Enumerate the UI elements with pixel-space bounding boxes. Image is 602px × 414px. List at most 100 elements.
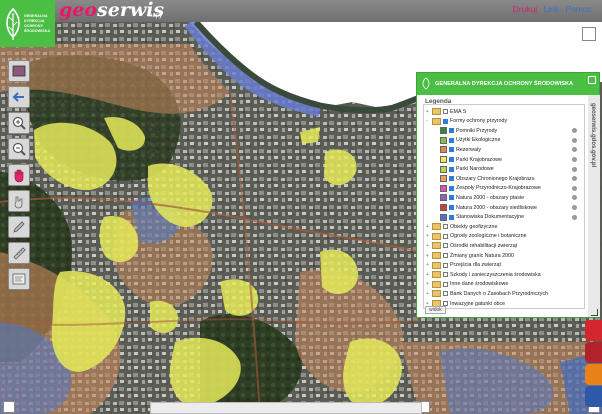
legend-label: Rezerwaty xyxy=(456,146,482,153)
zoom-in-button[interactable] xyxy=(8,112,30,134)
legend-layer[interactable]: Pomniki Przyrody xyxy=(440,126,497,135)
layer-checkbox[interactable] xyxy=(443,224,448,230)
leaf-icon xyxy=(6,7,20,40)
folder-icon xyxy=(432,280,441,288)
pan-button[interactable] xyxy=(8,164,30,186)
panel-minimize-icon[interactable] xyxy=(588,76,596,84)
print-link[interactable]: Drukuj xyxy=(513,4,538,14)
panel-header[interactable]: GENERALNA DYREKCJA OCHRONY ŚRODOWISKA xyxy=(417,73,599,95)
legend-label: Bank Danych o Zasobach Przyrodniczych xyxy=(450,290,549,297)
layer-checkbox[interactable] xyxy=(449,205,454,210)
right-tab-4[interactable] xyxy=(585,386,602,407)
layer-checkbox[interactable] xyxy=(449,147,454,153)
layer-checkbox[interactable] xyxy=(449,166,454,172)
resize-handle-icon[interactable] xyxy=(591,309,598,316)
layer-checkbox[interactable] xyxy=(443,243,448,249)
legend-group[interactable]: + Ogrody zoologiczne i botaniczne xyxy=(426,232,527,241)
back-button[interactable] xyxy=(8,86,30,108)
layer-info-icon[interactable] xyxy=(572,157,577,162)
legend-layer[interactable]: Użytki Ekologiczne xyxy=(440,136,500,145)
folder-icon xyxy=(432,271,441,279)
legend-group[interactable]: - Formy ochrony przyrody xyxy=(426,117,507,126)
top-links: Drukuj Link Pomoc xyxy=(509,4,592,14)
folder-icon xyxy=(432,108,441,115)
layer-checkbox[interactable] xyxy=(443,272,448,278)
legend-label: Inne dane środowiskowe xyxy=(450,281,509,288)
layer-info-icon[interactable] xyxy=(572,147,577,153)
layer-checkbox[interactable] xyxy=(449,137,454,143)
layer-info-icon[interactable] xyxy=(572,205,577,210)
horizontal-scrollbar[interactable] xyxy=(150,402,422,414)
legend-layer[interactable]: Natura 2000 - obszary ptasie xyxy=(440,193,524,202)
legend-layer[interactable]: Zespoły Przyrodniczo-Krajobrazowe xyxy=(440,184,541,193)
layer-checkbox[interactable] xyxy=(449,176,454,182)
legend-label: Parki Krajobrazowe xyxy=(456,156,502,163)
layer-checkbox[interactable] xyxy=(443,253,448,258)
layer-checkbox[interactable] xyxy=(443,233,448,239)
zoom-in-icon xyxy=(12,116,26,130)
print-view-button[interactable] xyxy=(8,268,30,290)
layer-checkbox[interactable] xyxy=(443,291,448,297)
layer-checkbox[interactable] xyxy=(449,157,454,162)
measure-button[interactable] xyxy=(8,242,30,264)
layer-checkbox[interactable] xyxy=(443,109,448,114)
layer-checkbox[interactable] xyxy=(443,262,448,268)
legend-layer[interactable]: Stanowiska Dokumentacyjne xyxy=(440,213,524,222)
right-tab-3[interactable] xyxy=(585,364,602,385)
layer-checkbox[interactable] xyxy=(443,281,448,287)
legend-group[interactable]: + Inne dane środowiskowe xyxy=(426,280,508,289)
folder-icon xyxy=(432,261,441,269)
legend-group[interactable]: + EMA S xyxy=(426,107,466,116)
side-url-text: geoserwis.gdos.gov.pl xyxy=(590,103,596,168)
folder-icon xyxy=(432,117,441,125)
legend-label: Formy ochrony przyrody xyxy=(450,118,508,125)
hand-pan-icon xyxy=(14,169,24,183)
legend-layer[interactable]: Obszary Chronionego Krajobrazu xyxy=(440,174,535,183)
legend-label: EMA S xyxy=(450,108,467,115)
side-url: geoserwis.gdos.gov.pl xyxy=(588,95,600,317)
draw-button[interactable] xyxy=(8,216,30,238)
layer-info-icon[interactable] xyxy=(572,214,577,220)
full-extent-button[interactable] xyxy=(8,60,30,82)
layer-checkbox[interactable] xyxy=(449,185,454,191)
info-hand-icon xyxy=(14,196,23,209)
layer-info-icon[interactable] xyxy=(572,128,577,134)
legend-group[interactable]: + Zmiany granic Natura 2000 xyxy=(426,251,514,260)
legend-group[interactable]: + Przejścia dla zwierząt xyxy=(426,261,501,270)
pencil-icon xyxy=(13,221,25,233)
legend-group[interactable]: + Obiekty geofizyczne xyxy=(426,222,497,231)
map-extent-icon xyxy=(12,65,26,77)
legend-group[interactable]: + Ośrodki rehabilitacji zwierząt xyxy=(426,241,517,250)
geoserwis-brand[interactable]: geoserwis mapy xyxy=(59,1,164,21)
right-tab-2[interactable] xyxy=(585,342,602,363)
right-tab-1[interactable] xyxy=(585,320,602,341)
layer-checkbox[interactable] xyxy=(449,195,454,201)
help-link[interactable]: Pomoc xyxy=(566,4,592,14)
legend-label: Zespoły Przyrodniczo-Krajobrazowe xyxy=(456,185,541,192)
identify-button[interactable] xyxy=(8,190,30,212)
share-link[interactable]: Link xyxy=(544,4,560,14)
layer-checkbox[interactable] xyxy=(449,214,454,220)
print-view-icon xyxy=(12,273,26,285)
legend-label: Użytki Ekologiczne xyxy=(456,137,501,144)
layer-info-icon[interactable] xyxy=(572,195,577,201)
corner-bl-icon[interactable] xyxy=(3,401,15,413)
view-button[interactable]: widok xyxy=(425,306,446,314)
legend-layer[interactable]: Parki Krajobrazowe xyxy=(440,155,502,164)
gdos-logo[interactable]: GENERALNA DYREKCJA OCHRONY ŚRODOWISKA xyxy=(0,0,55,47)
legend-swatch xyxy=(440,165,447,173)
layer-checkbox[interactable] xyxy=(449,128,454,134)
layer-info-icon[interactable] xyxy=(572,166,577,172)
legend-layer[interactable]: Parki Narodowe xyxy=(440,165,494,174)
zoom-out-button[interactable] xyxy=(8,138,30,160)
layer-checkbox[interactable] xyxy=(443,118,448,124)
legend-group[interactable]: + Bank Danych o Zasobach Przyrodniczych xyxy=(426,289,548,298)
layer-info-icon[interactable] xyxy=(572,137,577,143)
legend-layer[interactable]: Natura 2000 - obszary siedliskowe xyxy=(440,203,537,212)
legend-group[interactable]: + Szkody i zanieczyszczenia środowiska xyxy=(426,270,541,279)
expand-icon[interactable] xyxy=(582,27,596,41)
legend-label: Przejścia dla zwierząt xyxy=(450,262,501,269)
layer-info-icon[interactable] xyxy=(572,176,577,182)
layer-info-icon[interactable] xyxy=(572,185,577,191)
legend-layer[interactable]: Rezerwaty xyxy=(440,145,481,154)
